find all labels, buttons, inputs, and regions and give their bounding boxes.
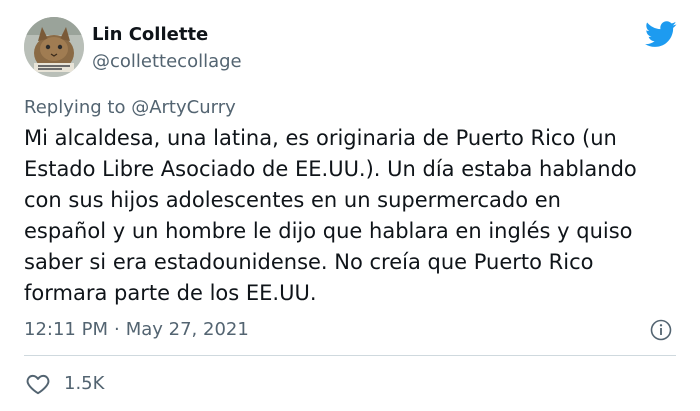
tweet-card: Lin Collette @collettecollage Replying t…	[0, 0, 700, 411]
tweet-time: 12:11 PM	[24, 319, 108, 340]
tweet-timestamp[interactable]: 12:11 PM · May 27, 2021	[24, 318, 249, 342]
reply-mention-link[interactable]: @ArtyCurry	[131, 97, 236, 118]
like-count: 1.5K	[64, 373, 105, 394]
handle[interactable]: @collettecollage	[92, 51, 242, 73]
tweet-text: Mi alcaldesa, una latina, es originaria …	[24, 123, 684, 309]
heart-icon[interactable]	[25, 371, 51, 397]
twitter-bird-icon[interactable]	[645, 21, 677, 48]
tweet-text-line: Mi alcaldesa, una latina, es originaria …	[24, 126, 617, 150]
tweet-text-line: formara parte de los EE.UU.	[24, 281, 317, 305]
divider	[24, 355, 676, 356]
tweet-text-line: Estado Libre Asociado de EE.UU.). Un día…	[24, 157, 637, 181]
avatar[interactable]	[24, 17, 84, 77]
display-name[interactable]: Lin Collette	[92, 24, 208, 46]
tweet-text-line: saber si era estadounidense. No creía qu…	[24, 250, 594, 274]
meta-separator: ·	[113, 319, 120, 340]
replying-to: Replying to @ArtyCurry	[24, 96, 236, 120]
tweet-text-line: con sus hijos adolescentes en un superme…	[24, 188, 561, 212]
info-icon[interactable]	[649, 318, 673, 342]
cat-photo-avatar	[24, 17, 84, 77]
replying-to-prefix: Replying to	[24, 97, 126, 118]
tweet-text-line: español y un hombre le dijo que hablara …	[24, 219, 633, 243]
tweet-date: May 27, 2021	[125, 319, 249, 340]
